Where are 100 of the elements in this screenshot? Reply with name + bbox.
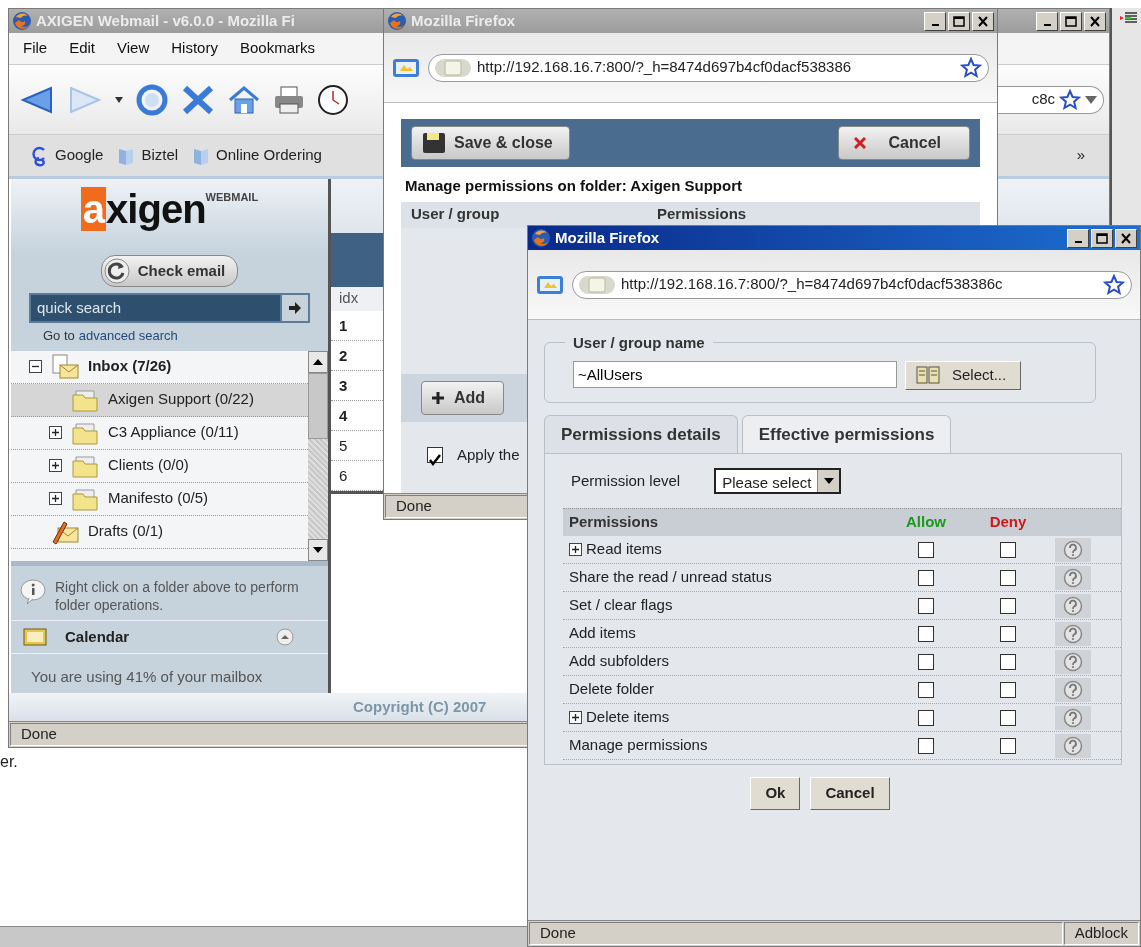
maximize-button[interactable] <box>948 11 970 31</box>
bookmark-item[interactable]: Google <box>29 143 104 168</box>
url-text: c8c <box>1031 89 1055 110</box>
menu-item[interactable]: History <box>171 37 218 60</box>
expand-icon[interactable] <box>49 459 62 472</box>
deny-checkbox[interactable] <box>1000 681 1016 698</box>
deny-checkbox[interactable] <box>1000 709 1016 726</box>
help-button[interactable] <box>1055 649 1091 674</box>
user-input[interactable]: ~AllUsers <box>573 361 897 388</box>
scroll-thumb[interactable] <box>308 372 328 439</box>
print-icon[interactable] <box>273 83 305 116</box>
maximize-button[interactable] <box>1060 11 1082 31</box>
url-text: http://192.168.16.7:800/?_h=8474d697b4cf0dacf538386 <box>477 57 853 78</box>
expand-icon[interactable] <box>569 543 582 556</box>
select-button[interactable]: Select... <box>905 361 1022 390</box>
maximize-button[interactable] <box>1091 228 1113 248</box>
allow-checkbox[interactable] <box>918 625 934 642</box>
check-email-button[interactable]: Check email <box>100 255 239 287</box>
permission-name: Add subfolders <box>569 651 670 672</box>
close-button[interactable] <box>1084 11 1106 31</box>
dropdown-button[interactable] <box>817 470 840 492</box>
menu-item[interactable]: File <box>23 37 48 60</box>
dropdown-icon[interactable] <box>115 96 123 103</box>
reload-icon[interactable] <box>135 82 169 117</box>
deny-checkbox[interactable] <box>1000 653 1016 670</box>
advanced-search-link[interactable]: advanced search <box>78 326 178 346</box>
status-text: Done <box>529 922 1063 945</box>
calendar-header[interactable]: Calendar <box>11 619 328 654</box>
calendar-icon <box>23 626 47 647</box>
bookmark-star-icon[interactable] <box>1103 273 1125 296</box>
url-text: http://192.168.16.7:800/?_h=8474d697b4cf0dacf538386c <box>621 274 1004 295</box>
logo-subtitle: WEBMAIL <box>205 190 259 203</box>
deny-checkbox[interactable] <box>1000 625 1016 642</box>
copyright-text: Copyright (C) 2007 <box>353 696 487 717</box>
minimize-button[interactable] <box>1067 228 1089 248</box>
deny-checkbox[interactable] <box>1000 569 1016 586</box>
expand-icon[interactable] <box>49 492 62 505</box>
expand-icon[interactable] <box>49 426 62 439</box>
cancel-button[interactable]: Cancel <box>837 126 970 160</box>
allow-checkbox[interactable] <box>918 569 934 586</box>
help-button[interactable] <box>1055 537 1091 562</box>
scrollbar[interactable] <box>308 350 328 561</box>
allow-checkbox[interactable] <box>918 541 934 558</box>
save-close-button[interactable]: Save & close <box>411 126 570 160</box>
help-button[interactable] <box>1055 593 1091 618</box>
help-button[interactable] <box>1055 733 1091 758</box>
ok-button[interactable]: Ok <box>750 777 801 810</box>
minimize-button[interactable] <box>1036 11 1058 31</box>
collapse-panel-icon[interactable] <box>276 627 294 646</box>
address-field[interactable]: c8c <box>998 85 1104 114</box>
bookmark-item[interactable]: Online Ordering <box>192 144 322 167</box>
scroll-up-button[interactable] <box>308 350 328 373</box>
minimize-button[interactable] <box>924 11 946 31</box>
help-button[interactable] <box>1055 621 1091 646</box>
dropdown-icon <box>823 478 834 484</box>
folder-item[interactable]: Axigen Support (0/22) <box>11 383 308 417</box>
deny-checkbox[interactable] <box>1000 597 1016 614</box>
allow-checkbox[interactable] <box>918 737 934 754</box>
column-header[interactable]: User / group <box>401 203 657 226</box>
allow-checkbox[interactable] <box>918 709 934 726</box>
address-field[interactable]: http://192.168.16.7:800/?_h=8474d697b4cf0dacf538386c <box>572 270 1132 299</box>
tab[interactable]: Effective permissions <box>741 414 952 453</box>
allow-checkbox[interactable] <box>918 681 934 698</box>
close-button[interactable] <box>1115 228 1137 248</box>
dropdown-icon[interactable] <box>1085 95 1097 104</box>
bookmark-star-icon[interactable] <box>1059 88 1081 111</box>
firefox-icon <box>531 228 551 248</box>
collapse-icon[interactable] <box>29 360 42 373</box>
logo: axigen <box>80 189 206 229</box>
level-dropdown[interactable]: Please select <box>714 468 842 494</box>
cancel-button[interactable]: Cancel <box>810 777 890 810</box>
bookmark-star-icon[interactable] <box>960 56 982 79</box>
checkbox[interactable] <box>427 446 443 463</box>
menu-icon[interactable] <box>1118 10 1138 26</box>
help-button[interactable] <box>1055 705 1091 730</box>
advanced-search-prefix: Go to <box>43 327 75 345</box>
help-button[interactable] <box>1055 565 1091 590</box>
allow-checkbox[interactable] <box>918 597 934 614</box>
scroll-down-button[interactable] <box>308 538 328 561</box>
search-go-button[interactable] <box>280 293 310 323</box>
search-field[interactable]: quick search <box>29 293 280 323</box>
stop-icon[interactable] <box>181 83 215 116</box>
add-button[interactable]: Add <box>421 380 505 415</box>
tab[interactable]: Permissions details <box>544 414 738 453</box>
more-bookmarks-button[interactable]: » <box>1076 144 1085 167</box>
deny-checkbox[interactable] <box>1000 737 1016 754</box>
allow-checkbox[interactable] <box>918 653 934 670</box>
deny-checkbox[interactable] <box>1000 541 1016 558</box>
home-icon[interactable] <box>227 83 261 116</box>
expand-icon[interactable] <box>569 711 582 724</box>
menu-item[interactable]: Bookmarks <box>239 37 315 60</box>
address-field[interactable]: http://192.168.16.7:800/?_h=8474d697b4cf0dacf538386 <box>428 53 989 82</box>
column-header[interactable]: Permissions <box>657 203 747 226</box>
menu-item[interactable]: Edit <box>69 37 96 60</box>
clock-icon[interactable] <box>317 83 349 116</box>
site-icon <box>433 56 473 79</box>
help-button[interactable] <box>1055 677 1091 702</box>
bookmark-item[interactable]: Biztel <box>117 144 179 167</box>
menu-item[interactable]: View <box>117 37 150 60</box>
close-button[interactable] <box>972 11 994 31</box>
